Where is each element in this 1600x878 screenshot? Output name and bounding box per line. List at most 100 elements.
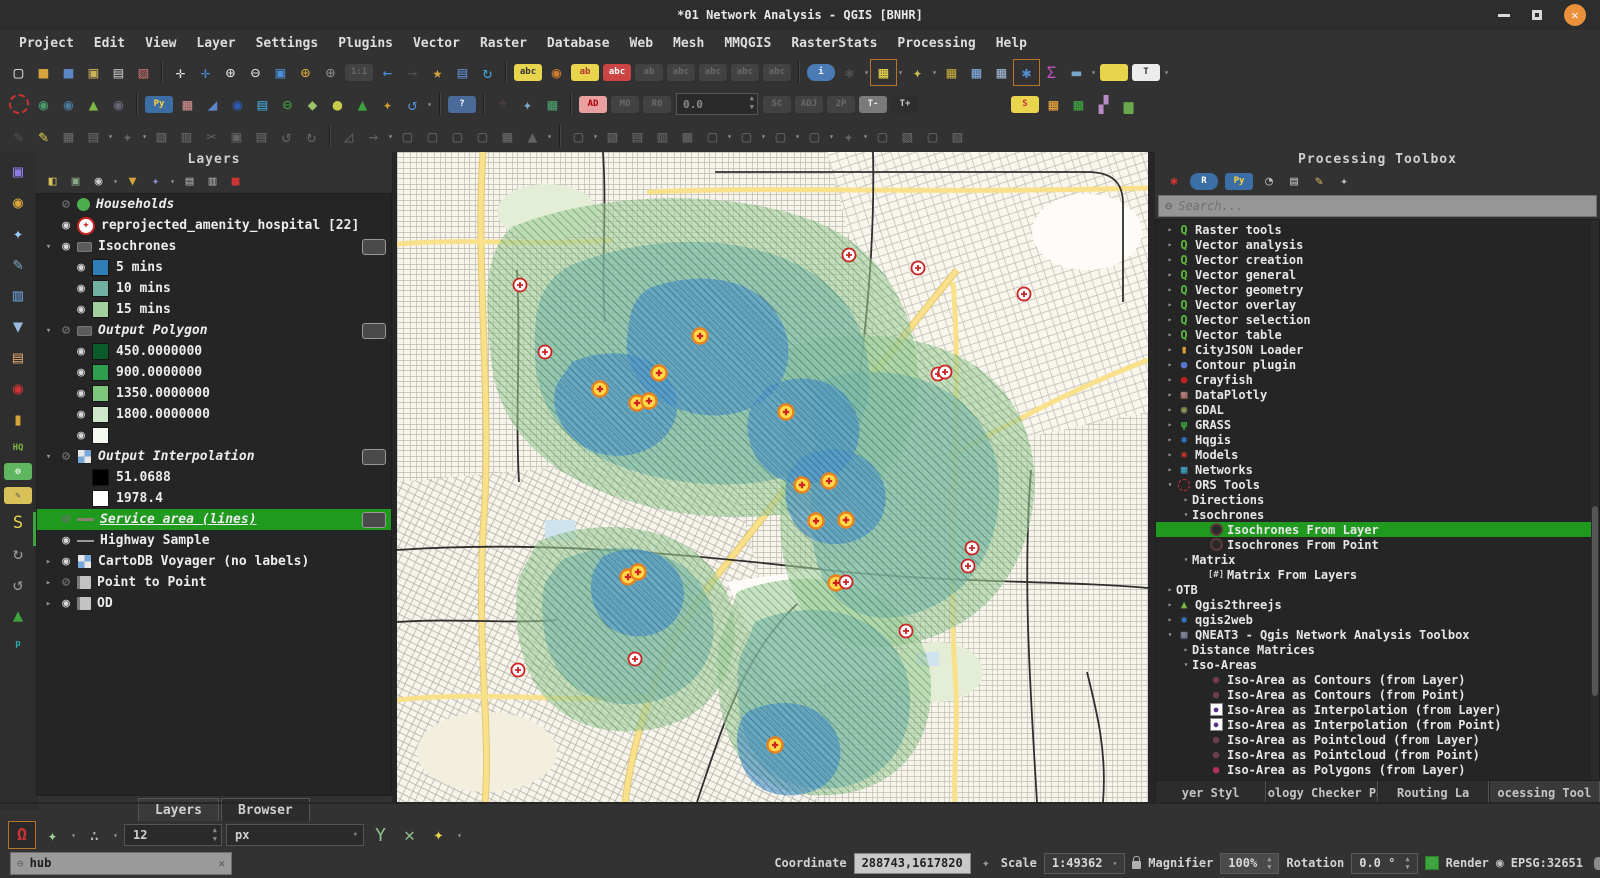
node-network-icon[interactable]: ✦ <box>515 92 540 117</box>
algo-row-isochrones[interactable]: ▾Isochrones <box>1156 507 1599 522</box>
filter-by-expression-icon-caret[interactable]: ▾ <box>168 177 177 186</box>
ors-tools-icon[interactable] <box>6 92 31 117</box>
profile-chart-icon[interactable]: ▞ <box>1091 92 1116 117</box>
algo-row-vector-selection[interactable]: ▸QVector selection <box>1156 312 1599 327</box>
visibility-eye-icon[interactable]: ◉ <box>70 302 92 317</box>
move-feature-icon-caret[interactable]: ▾ <box>386 132 395 141</box>
add-mesh-layer-icon[interactable]: ▥ <box>5 284 31 308</box>
menu-rasterstats[interactable]: RasterStats <box>782 34 886 53</box>
menu-database[interactable]: Database <box>538 34 619 53</box>
algo-row-vector-table[interactable]: ▸QVector table <box>1156 327 1599 342</box>
table-sync-icon[interactable]: ▦ <box>540 92 565 117</box>
select-features-icon-caret[interactable]: ▾ <box>896 68 905 77</box>
processing-scrollbar[interactable] <box>1591 220 1599 801</box>
quickmapservices-icon[interactable]: ◆ <box>300 92 325 117</box>
slyr-icon[interactable]: ▦ <box>1041 92 1066 117</box>
build-tools-icon[interactable]: ✦ <box>375 92 400 117</box>
zoom-out-icon[interactable]: ⊖ <box>243 60 268 85</box>
menu-plugins[interactable]: Plugins <box>329 34 402 53</box>
vertex-tool-icon-caret[interactable]: ▾ <box>140 132 149 141</box>
algo-row-directions[interactable]: ▸Directions <box>1156 492 1599 507</box>
expand-all-icon[interactable]: ▤ <box>179 171 200 192</box>
expand-arrow-icon[interactable]: ▾ <box>42 452 55 462</box>
layout-manager-icon[interactable]: ▤ <box>106 60 131 85</box>
algo-row-iso-area-as-pointcloud-from-point[interactable]: ●Iso-Area as Pointcloud (from Point) <box>1156 747 1599 762</box>
history-icon[interactable]: ◔ <box>1258 171 1280 192</box>
visibility-eye-icon[interactable]: ◉ <box>70 281 92 296</box>
visibility-eye-icon[interactable]: ◉ <box>55 554 77 569</box>
map-tips-icon[interactable] <box>1100 64 1128 81</box>
expand-arrow-icon[interactable]: ▸ <box>1164 285 1176 294</box>
expand-arrow-icon[interactable]: ▸ <box>1164 225 1176 234</box>
select-by-expression-icon[interactable]: ✦ <box>905 60 930 85</box>
remove-layer-icon[interactable]: ■ <box>225 171 246 192</box>
algo-row-iso-area-as-contours-from-point[interactable]: ●Iso-Area as Contours (from Point) <box>1156 687 1599 702</box>
visibility-eye-icon[interactable]: ⊘ <box>55 512 77 527</box>
filter-by-expression-icon[interactable]: ✦ <box>145 171 166 192</box>
snap-tool-icon-caret[interactable]: ▾ <box>759 132 768 141</box>
add-group-icon[interactable]: ▣ <box>65 171 86 192</box>
hospital-marker[interactable] <box>912 262 925 275</box>
highlight-labels-icon[interactable]: abc <box>603 64 631 81</box>
locator-clear-icon[interactable]: ✕ <box>218 857 225 870</box>
snapping-type-icon[interactable]: ∴ <box>82 823 107 848</box>
expand-arrow-icon[interactable]: ▸ <box>1164 435 1176 444</box>
measure-icon[interactable]: ▬ <box>1064 60 1089 85</box>
expand-arrow-icon[interactable]: ▸ <box>1164 270 1176 279</box>
text-annotation-icon[interactable]: T <box>1132 64 1160 81</box>
add-db-layer-icon[interactable]: ▤ <box>5 346 31 370</box>
style-manager-icon[interactable]: ▧ <box>131 60 156 85</box>
hospital-marker-selected[interactable] <box>631 565 646 580</box>
undo-history-icon-caret[interactable]: ▾ <box>425 100 434 109</box>
hospital-marker-selected[interactable] <box>795 478 810 493</box>
refresh-rail-icon[interactable]: ↻ <box>5 542 31 566</box>
hospital-marker[interactable] <box>843 249 856 262</box>
algo-row-isochrones-from-point[interactable]: Isochrones From Point <box>1156 537 1599 552</box>
hospital-marker[interactable] <box>939 366 952 379</box>
expand-arrow-icon[interactable]: ▸ <box>1164 405 1176 414</box>
algo-row-iso-area-as-contours-from-layer[interactable]: ●Iso-Area as Contours (from Layer) <box>1156 672 1599 687</box>
sagang-icon[interactable]: S <box>5 511 31 535</box>
layer-row-highway-sample[interactable]: ◉Highway Sample <box>37 530 391 551</box>
lock-scale-icon[interactable] <box>1132 861 1141 869</box>
undo-history-icon[interactable]: ↺ <box>400 92 425 117</box>
layer-row-5-mins[interactable]: ◉5 mins <box>37 257 391 278</box>
hospital-marker[interactable] <box>966 542 979 555</box>
hospital-marker-selected[interactable] <box>839 513 854 528</box>
avoid-overlap-caret[interactable]: ▾ <box>455 831 464 840</box>
expand-arrow-icon[interactable]: ▸ <box>1164 360 1176 369</box>
layer-row-blank[interactable]: ◉ <box>37 425 391 446</box>
hospital-marker[interactable] <box>539 346 552 359</box>
hospital-marker-selected[interactable] <box>652 366 667 381</box>
expand-arrow-icon[interactable]: ▸ <box>1164 465 1176 474</box>
algo-row-dataplotly[interactable]: ▸▦DataPlotly <box>1156 387 1599 402</box>
layer-indicator-badge[interactable] <box>362 512 386 528</box>
expand-arrow-icon[interactable]: ▾ <box>1180 510 1192 519</box>
hospital-marker[interactable] <box>900 625 913 638</box>
expand-arrow-icon[interactable]: ▸ <box>1164 315 1176 324</box>
show-bookmarks-icon[interactable]: ▤ <box>450 60 475 85</box>
expand-arrow-icon[interactable]: ▾ <box>42 326 55 336</box>
expand-arrow-icon[interactable]: ▸ <box>1180 645 1192 654</box>
zoom-full-icon[interactable]: ▣ <box>268 60 293 85</box>
undo-rail-icon[interactable]: ↺ <box>5 573 31 597</box>
toggle-editing-icon[interactable]: ✎ <box>31 124 56 149</box>
messages-bubble-icon[interactable] <box>1594 857 1600 870</box>
dock-tab-1[interactable]: pology Checker Pa <box>1266 781 1377 804</box>
title-bar[interactable]: *01 Network Analysis - QGIS [BNHR] ✕ <box>0 0 1600 31</box>
python-console-icon[interactable]: Py <box>145 96 173 113</box>
field-calculator-icon[interactable]: ▦ <box>989 60 1014 85</box>
scale-combo[interactable]: 1:49362▾ <box>1044 853 1125 874</box>
hospital-marker[interactable] <box>962 560 975 573</box>
globe-icon[interactable]: ◉ <box>225 92 250 117</box>
menu-settings[interactable]: Settings <box>247 34 328 53</box>
statistics-sum-icon[interactable]: Σ <box>1039 60 1064 85</box>
zoom-last-icon[interactable]: ← <box>375 60 400 85</box>
menu-project[interactable]: Project <box>10 34 83 53</box>
dock-tab-2[interactable]: Routing La <box>1378 781 1489 804</box>
locator-search-input[interactable]: ⊖ hub ✕ <box>10 852 232 875</box>
algo-row-cityjson-loader[interactable]: ▸▮CityJSON Loader <box>1156 342 1599 357</box>
run-feature-action-icon-caret[interactable]: ▾ <box>862 68 871 77</box>
visibility-eye-icon[interactable]: ◉ <box>70 428 92 443</box>
hospital-marker-selected[interactable] <box>822 474 837 489</box>
